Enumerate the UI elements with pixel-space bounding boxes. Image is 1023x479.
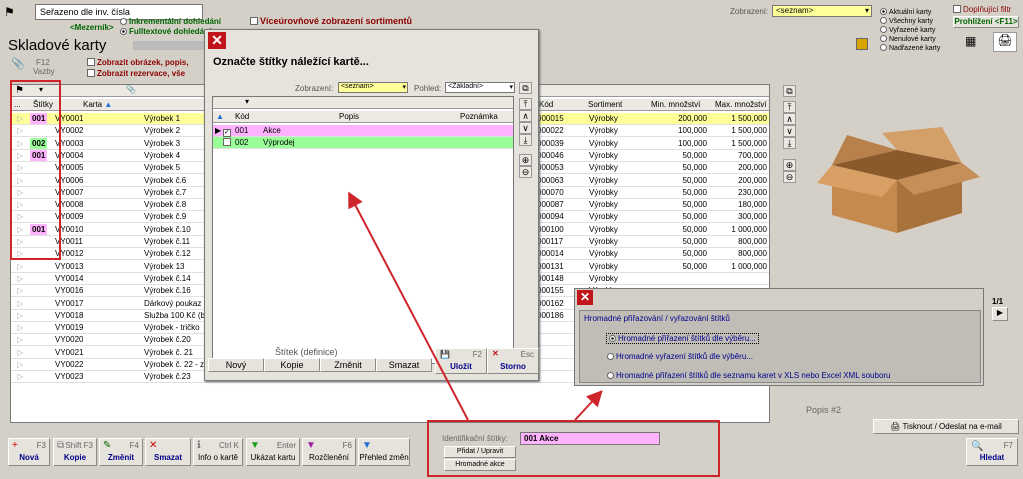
annotation-arrows: [348, 191, 603, 421]
